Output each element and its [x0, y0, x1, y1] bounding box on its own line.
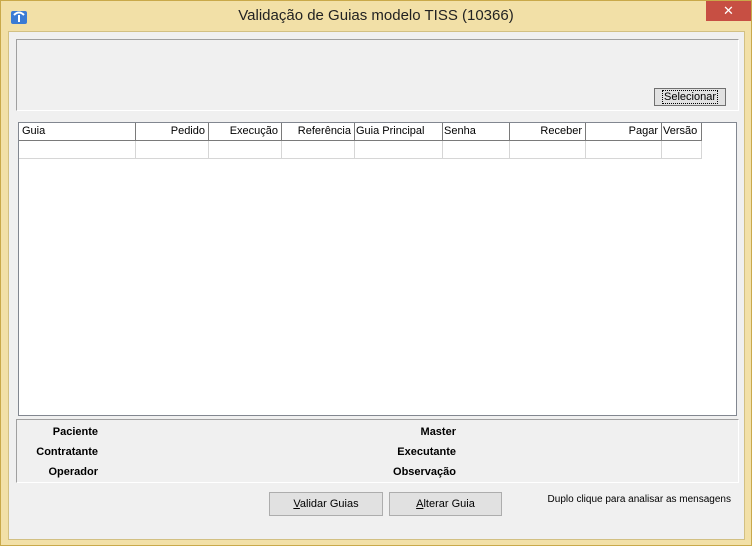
table-cell[interactable]	[209, 141, 282, 159]
table-cell[interactable]	[662, 141, 702, 159]
app-window: Validação de Guias modelo TISS (10366) ✕…	[0, 0, 752, 546]
observacao-label: Observação	[393, 466, 456, 478]
select-button[interactable]: Selecionar	[654, 88, 726, 106]
contratante-label: Contratante	[36, 446, 98, 458]
window-title: Validação de Guias modelo TISS (10366)	[238, 7, 514, 24]
client-area: Selecionar Guia Pedido Execução Referênc…	[8, 31, 745, 540]
column-header-guia[interactable]: Guia	[19, 123, 136, 141]
table-cell[interactable]	[586, 141, 662, 159]
table-cell[interactable]	[282, 141, 355, 159]
select-button-label: Selecionar	[662, 90, 718, 104]
column-header-execucao[interactable]: Execução	[209, 123, 282, 141]
title-bar[interactable]: Validação de Guias modelo TISS (10366) ✕	[1, 1, 751, 31]
details-panel: Paciente Contratante Operador Master Exe…	[16, 419, 739, 483]
paciente-label: Paciente	[52, 426, 98, 438]
table-cell[interactable]	[136, 141, 209, 159]
column-header-pagar[interactable]: Pagar	[586, 123, 662, 141]
filter-panel: Selecionar	[16, 39, 739, 111]
alterar-label: lterar Guia	[423, 498, 475, 510]
executante-label: Executante	[397, 446, 456, 458]
operador-label: Operador	[48, 466, 98, 478]
validar-guias-button[interactable]: Validar Guias	[269, 492, 383, 516]
grid-header: Guia Pedido Execução Referência Guia Pri…	[19, 123, 702, 141]
column-header-versao[interactable]: Versão	[662, 123, 702, 141]
hint-text: Duplo clique para analisar as mensagens	[547, 494, 731, 505]
column-header-guia-principal[interactable]: Guia Principal	[355, 123, 443, 141]
table-cell[interactable]	[443, 141, 510, 159]
column-header-referencia[interactable]: Referência	[282, 123, 355, 141]
master-label: Master	[420, 426, 456, 438]
table-cell[interactable]	[510, 141, 586, 159]
column-header-receber[interactable]: Receber	[510, 123, 586, 141]
table-cell[interactable]	[19, 141, 136, 159]
close-button[interactable]: ✕	[706, 1, 751, 21]
guides-grid[interactable]: Guia Pedido Execução Referência Guia Pri…	[18, 122, 737, 416]
table-row[interactable]	[19, 141, 702, 159]
column-header-senha[interactable]: Senha	[443, 123, 510, 141]
column-header-pedido[interactable]: Pedido	[136, 123, 209, 141]
validar-label: alidar Guias	[299, 498, 359, 510]
table-cell[interactable]	[355, 141, 443, 159]
